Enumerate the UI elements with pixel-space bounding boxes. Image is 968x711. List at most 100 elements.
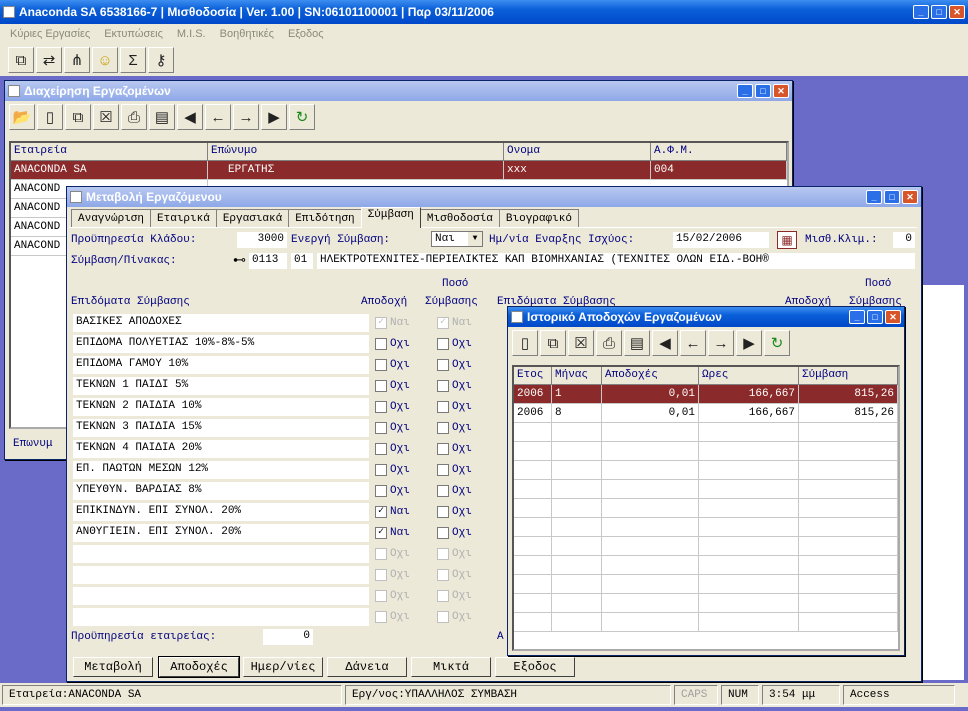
earnings-button[interactable]: Αποδοχές xyxy=(158,656,240,678)
col-contract[interactable]: Σύμβαση xyxy=(799,367,898,384)
transfer-icon[interactable]: ⇄ xyxy=(36,47,62,73)
delete-icon[interactable]: ☒ xyxy=(568,330,594,356)
prev-icon[interactable]: ← xyxy=(680,330,706,356)
allowance-contract-checkbox[interactable]: Οχι xyxy=(437,485,472,497)
next-icon[interactable]: → xyxy=(708,330,734,356)
allowance-accept-checkbox[interactable]: Οχι xyxy=(375,464,410,476)
delete-icon[interactable]: ☒ xyxy=(93,104,119,130)
allowance-contract-checkbox[interactable]: Οχι xyxy=(437,443,472,455)
col-surname[interactable]: Επώνυμο xyxy=(208,143,504,160)
close-button[interactable]: ✕ xyxy=(773,84,789,98)
print-icon[interactable]: ⎙ xyxy=(596,330,622,356)
modify-button[interactable]: Μεταβολή xyxy=(73,657,153,677)
allowance-contract-checkbox[interactable]: Οχι xyxy=(437,590,472,602)
minimize-button[interactable]: _ xyxy=(866,190,882,204)
start-date-field[interactable]: 15/02/2006 xyxy=(673,232,769,248)
col-hours[interactable]: Ωρες xyxy=(699,367,799,384)
checkbox-box[interactable] xyxy=(437,506,449,518)
checkbox-box[interactable] xyxy=(375,359,387,371)
menu-printouts[interactable]: Εκτυπώσεις xyxy=(104,28,163,40)
allowance-contract-checkbox[interactable]: Οχι xyxy=(437,527,472,539)
close-button[interactable]: ✕ xyxy=(949,5,965,19)
checkbox-box[interactable] xyxy=(437,422,449,434)
allowance-accept-checkbox[interactable]: Οχι xyxy=(375,359,410,371)
checkbox-box[interactable] xyxy=(437,569,449,581)
open-icon[interactable]: 📂 xyxy=(9,104,35,130)
dates-button[interactable]: Ημερ/νίες xyxy=(243,657,323,677)
table-row[interactable] xyxy=(514,442,898,461)
checkbox-box[interactable] xyxy=(375,401,387,413)
allowance-contract-checkbox[interactable]: Οχι xyxy=(437,569,472,581)
seniority-field[interactable]: 3000 xyxy=(237,232,287,248)
copy-icon[interactable]: ⧉ xyxy=(65,104,91,130)
close-button[interactable]: ✕ xyxy=(902,190,918,204)
table-row[interactable] xyxy=(514,499,898,518)
col-afm[interactable]: Α.Φ.Μ. xyxy=(651,143,787,160)
allowance-accept-checkbox[interactable]: Οχι xyxy=(375,443,410,455)
allowance-accept-checkbox[interactable]: Οχι xyxy=(375,569,410,581)
maximize-button[interactable]: □ xyxy=(755,84,771,98)
allowance-accept-checkbox[interactable]: Οχι xyxy=(375,485,410,497)
minimize-button[interactable]: _ xyxy=(737,84,753,98)
allowance-accept-checkbox[interactable]: ✓ Ναι xyxy=(375,317,410,329)
table-row[interactable]: 2006 1 0,01 166,667 815,26 xyxy=(514,385,898,404)
checkbox-box[interactable] xyxy=(437,338,449,350)
allowance-contract-checkbox[interactable]: ✓ Ναι xyxy=(437,317,472,329)
allowance-accept-checkbox[interactable]: ✓ Ναι xyxy=(375,527,410,539)
calendar-icon[interactable]: ▦ xyxy=(777,231,797,249)
menu-main-tasks[interactable]: Κύριες Εργασίες xyxy=(10,28,90,40)
binoculars-icon[interactable]: ⊷ xyxy=(233,252,246,268)
allowance-contract-checkbox[interactable]: Οχι xyxy=(437,380,472,392)
first-icon[interactable]: ◀ xyxy=(652,330,678,356)
last-icon[interactable]: ▶ xyxy=(261,104,287,130)
preview-icon[interactable]: ▤ xyxy=(149,104,175,130)
table-row[interactable] xyxy=(514,575,898,594)
table-row[interactable] xyxy=(514,537,898,556)
checkbox-box[interactable]: ✓ xyxy=(375,527,387,539)
col-month[interactable]: Μήνας xyxy=(552,367,602,384)
tab-payroll[interactable]: Μισθοδοσία xyxy=(419,209,500,228)
checkbox-box[interactable] xyxy=(437,590,449,602)
allowance-contract-checkbox[interactable]: Οχι xyxy=(437,506,472,518)
checkbox-box[interactable] xyxy=(375,548,387,560)
allowance-accept-checkbox[interactable]: Οχι xyxy=(375,422,410,434)
maximize-button[interactable]: □ xyxy=(884,190,900,204)
checkbox-box[interactable]: ✓ xyxy=(437,317,449,329)
col-earnings[interactable]: Αποδοχές xyxy=(602,367,699,384)
checkbox-box[interactable] xyxy=(437,401,449,413)
allowance-accept-checkbox[interactable]: Οχι xyxy=(375,548,410,560)
tab-identification[interactable]: Αναγνώριση xyxy=(71,209,152,228)
allowance-accept-checkbox[interactable]: ✓ Ναι xyxy=(375,506,410,518)
refresh-icon[interactable]: ↻ xyxy=(289,104,315,130)
checkbox-box[interactable] xyxy=(375,380,387,392)
checkbox-box[interactable] xyxy=(375,338,387,350)
pay-scale-field[interactable]: 0 xyxy=(893,232,915,248)
contract-code-field[interactable]: 0113 xyxy=(249,253,287,269)
loans-button[interactable]: Δάνεια xyxy=(327,657,407,677)
checkbox-box[interactable]: ✓ xyxy=(375,317,387,329)
tab-company[interactable]: Εταιρικά xyxy=(150,209,217,228)
close-button[interactable]: ✕ xyxy=(885,310,901,324)
checkbox-box[interactable] xyxy=(437,548,449,560)
col-name[interactable]: Ονομα xyxy=(504,143,651,160)
table-row[interactable] xyxy=(514,461,898,480)
table-row[interactable] xyxy=(514,594,898,613)
active-contract-select[interactable]: Ναι ▼ xyxy=(431,231,483,247)
prev-icon[interactable]: ← xyxy=(205,104,231,130)
checkbox-box[interactable] xyxy=(375,485,387,497)
table-row[interactable]: 2006 8 0,01 166,667 815,26 xyxy=(514,404,898,423)
table-row[interactable] xyxy=(514,518,898,537)
minimize-button[interactable]: _ xyxy=(849,310,865,324)
allowance-contract-checkbox[interactable]: Οχι xyxy=(437,422,472,434)
allowance-accept-checkbox[interactable]: Οχι xyxy=(375,338,410,350)
first-icon[interactable]: ◀ xyxy=(177,104,203,130)
allowance-contract-checkbox[interactable]: Οχι xyxy=(437,401,472,413)
allowance-contract-checkbox[interactable]: Οχι xyxy=(437,359,472,371)
copy-icon[interactable]: ⧉ xyxy=(540,330,566,356)
allowance-accept-checkbox[interactable]: Οχι xyxy=(375,401,410,413)
checkbox-box[interactable] xyxy=(437,485,449,497)
maximize-button[interactable]: □ xyxy=(867,310,883,324)
allowance-accept-checkbox[interactable]: Οχι xyxy=(375,590,410,602)
new-icon[interactable]: ▯ xyxy=(37,104,63,130)
preview-icon[interactable]: ▤ xyxy=(624,330,650,356)
